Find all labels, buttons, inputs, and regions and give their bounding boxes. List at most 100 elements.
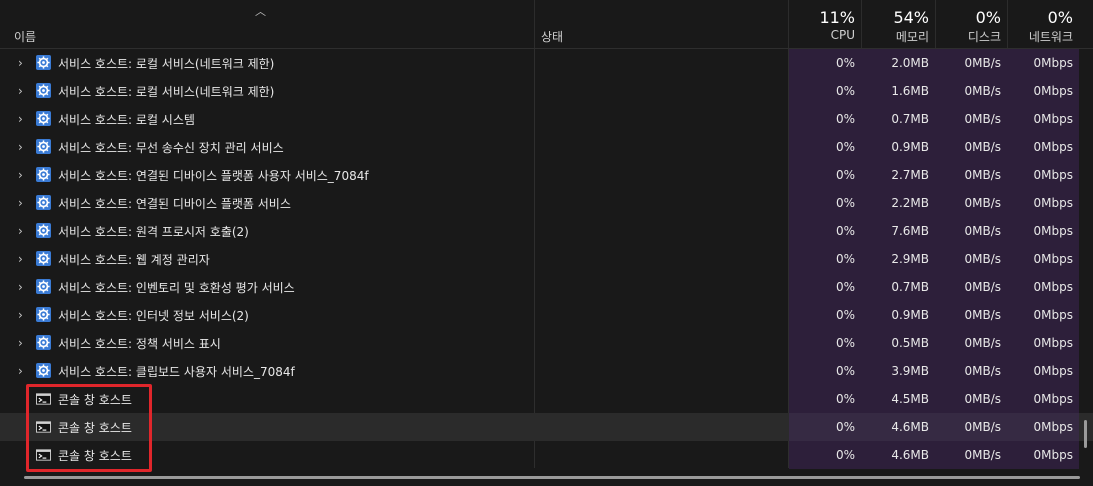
sort-up-icon: ︿ [255,5,266,18]
disk-value: 0MB/s [964,336,1001,350]
process-name: 서비스 호스트: 로컬 서비스(네트워크 제한) [58,57,275,71]
gear-icon [36,363,51,378]
process-name: 서비스 호스트: 정책 서비스 표시 [58,337,221,351]
process-row[interactable]: › 서비스 호스트: 무선 송수신 장치 관리 서비스 0% 0.9MB 0MB/s 0M… [0,133,1093,161]
network-value: 0Mbps [1033,252,1073,266]
memory-value: 0.9MB [891,308,929,322]
cpu-cell: 0% [789,49,861,77]
chevron-right-icon[interactable]: › [18,336,28,350]
memory-cell: 4.6MB [861,441,935,469]
cpu-cell: 0% [789,441,861,469]
disk-cell: 0MB/s [935,77,1007,105]
chevron-right-icon[interactable]: › [18,84,28,98]
process-row[interactable]: 콘솔 창 호스트 0% 4.5MB 0MB/s 0Mbps [0,385,1093,413]
chevron-right-icon[interactable]: › [18,112,28,126]
cpu-cell: 0% [789,189,861,217]
process-row[interactable]: › 서비스 호스트: 원격 프로시저 호출(2) 0% 7.6MB 0MB/s 0Mbps [0,217,1093,245]
chevron-right-icon[interactable]: › [18,168,28,182]
disk-value: 0MB/s [964,196,1001,210]
memory-cell: 2.9MB [861,245,935,273]
gear-icon [36,335,51,350]
process-row[interactable]: › 서비스 호스트: 웹 계정 관리자 0% 2.9MB 0MB/s 0Mbps [0,245,1093,273]
disk-cell: 0MB/s [935,273,1007,301]
chevron-right-icon[interactable]: › [18,308,28,322]
disk-cell: 0MB/s [935,189,1007,217]
process-name: 서비스 호스트: 원격 프로시저 호출(2) [58,225,249,239]
horizontal-scrollbar[interactable] [24,476,1080,479]
cpu-cell: 0% [789,245,861,273]
process-row[interactable]: › 서비스 호스트: 클립보드 사용자 서비스_7084f 0% 3.9MB 0MB/s… [0,357,1093,385]
memory-value: 7.6MB [891,224,929,238]
network-value: 0Mbps [1033,280,1073,294]
cpu-cell: 0% [789,77,861,105]
cpu-cell: 0% [789,273,861,301]
header-disk[interactable]: 0% 디스크 [935,0,1007,48]
cpu-cell: 0% [789,301,861,329]
memory-value: 2.9MB [891,252,929,266]
memory-cell: 0.9MB [861,133,935,161]
process-row[interactable]: › 서비스 호스트: 로컬 서비스(네트워크 제한) 0% 1.6MB 0MB/s 0Mb… [0,77,1093,105]
process-row[interactable]: › 서비스 호스트: 로컬 시스템 0% 0.7MB 0MB/s 0Mbps [0,105,1093,133]
memory-cell: 2.2MB [861,189,935,217]
cpu-cell: 0% [789,217,861,245]
chevron-right-icon[interactable]: › [18,280,28,294]
process-row[interactable]: 콘솔 창 호스트 0% 4.6MB 0MB/s 0Mbps [0,441,1093,469]
cpu-value: 0% [835,56,855,70]
process-row[interactable]: › 서비스 호스트: 인터넷 정보 서비스(2) 0% 0.9MB 0MB/s 0Mbps [0,301,1093,329]
disk-value: 0MB/s [964,280,1001,294]
cpu-value: 0% [835,196,855,210]
memory-value: 2.0MB [891,56,929,70]
memory-label: 메모리 [895,30,929,44]
process-row[interactable]: › 서비스 호스트: 연결된 디바이스 플랫폼 사용자 서비스_7084f 0% 2.… [0,161,1093,189]
chevron-right-icon[interactable]: › [18,56,28,70]
process-name: 서비스 호스트: 클립보드 사용자 서비스_7084f [58,365,295,379]
header-network[interactable]: 0% 네트워크 [1007,0,1079,48]
disk-value: 0MB/s [964,56,1001,70]
network-value: 0Mbps [1033,392,1073,406]
process-name: 서비스 호스트: 연결된 디바이스 플랫폼 사용자 서비스_7084f [58,169,369,183]
disk-value: 0MB/s [964,140,1001,154]
memory-cell: 4.6MB [861,413,935,441]
vertical-scrollbar[interactable] [1084,420,1087,448]
cpu-value: 0% [835,448,855,462]
network-percent: 0% [1047,8,1073,27]
network-cell: 0Mbps [1007,49,1079,77]
disk-cell: 0MB/s [935,329,1007,357]
gear-icon [36,167,51,182]
chevron-right-icon[interactable]: › [18,252,28,266]
network-cell: 0Mbps [1007,273,1079,301]
disk-value: 0MB/s [964,84,1001,98]
column-divider[interactable] [534,0,535,48]
disk-cell: 0MB/s [935,217,1007,245]
process-row[interactable]: › 서비스 호스트: 연결된 디바이스 플랫폼 서비스 0% 2.2MB 0MB/s 0M… [0,189,1093,217]
gear-icon [36,139,51,154]
process-row[interactable]: › 서비스 호스트: 인벤토리 및 호환성 평가 서비스 0% 0.7MB 0MB/s 0… [0,273,1093,301]
header-cpu[interactable]: 11% CPU [789,0,861,48]
gear-icon [36,195,51,210]
chevron-right-icon[interactable]: › [18,140,28,154]
chevron-right-icon[interactable]: › [18,224,28,238]
memory-cell: 0.5MB [861,329,935,357]
network-value: 0Mbps [1033,224,1073,238]
disk-cell: 0MB/s [935,161,1007,189]
memory-value: 0.5MB [891,336,929,350]
cpu-value: 0% [835,112,855,126]
chevron-right-icon[interactable]: › [18,196,28,210]
process-list: › 서비스 호스트: 로컬 서비스(네트워크 제한) 0% 2.0MB 0MB/s 0Mb… [0,49,1093,469]
header-status[interactable]: 상태 [541,28,563,45]
memory-value: 1.6MB [891,84,929,98]
memory-value: 4.6MB [891,420,929,434]
process-row[interactable]: 콘솔 창 호스트 0% 4.6MB 0MB/s 0Mbps [0,413,1093,441]
memory-value: 3.9MB [891,364,929,378]
disk-cell: 0MB/s [935,301,1007,329]
disk-value: 0MB/s [964,392,1001,406]
network-value: 0Mbps [1033,140,1073,154]
network-cell: 0Mbps [1007,413,1079,441]
header-memory[interactable]: 54% 메모리 [861,0,935,48]
memory-cell: 0.9MB [861,301,935,329]
process-row[interactable]: › 서비스 호스트: 정책 서비스 표시 0% 0.5MB 0MB/s 0Mbps [0,329,1093,357]
process-row[interactable]: › 서비스 호스트: 로컬 서비스(네트워크 제한) 0% 2.0MB 0MB/s 0Mb… [0,49,1093,77]
disk-value: 0MB/s [964,308,1001,322]
chevron-right-icon[interactable]: › [18,364,28,378]
cpu-value: 0% [835,84,855,98]
